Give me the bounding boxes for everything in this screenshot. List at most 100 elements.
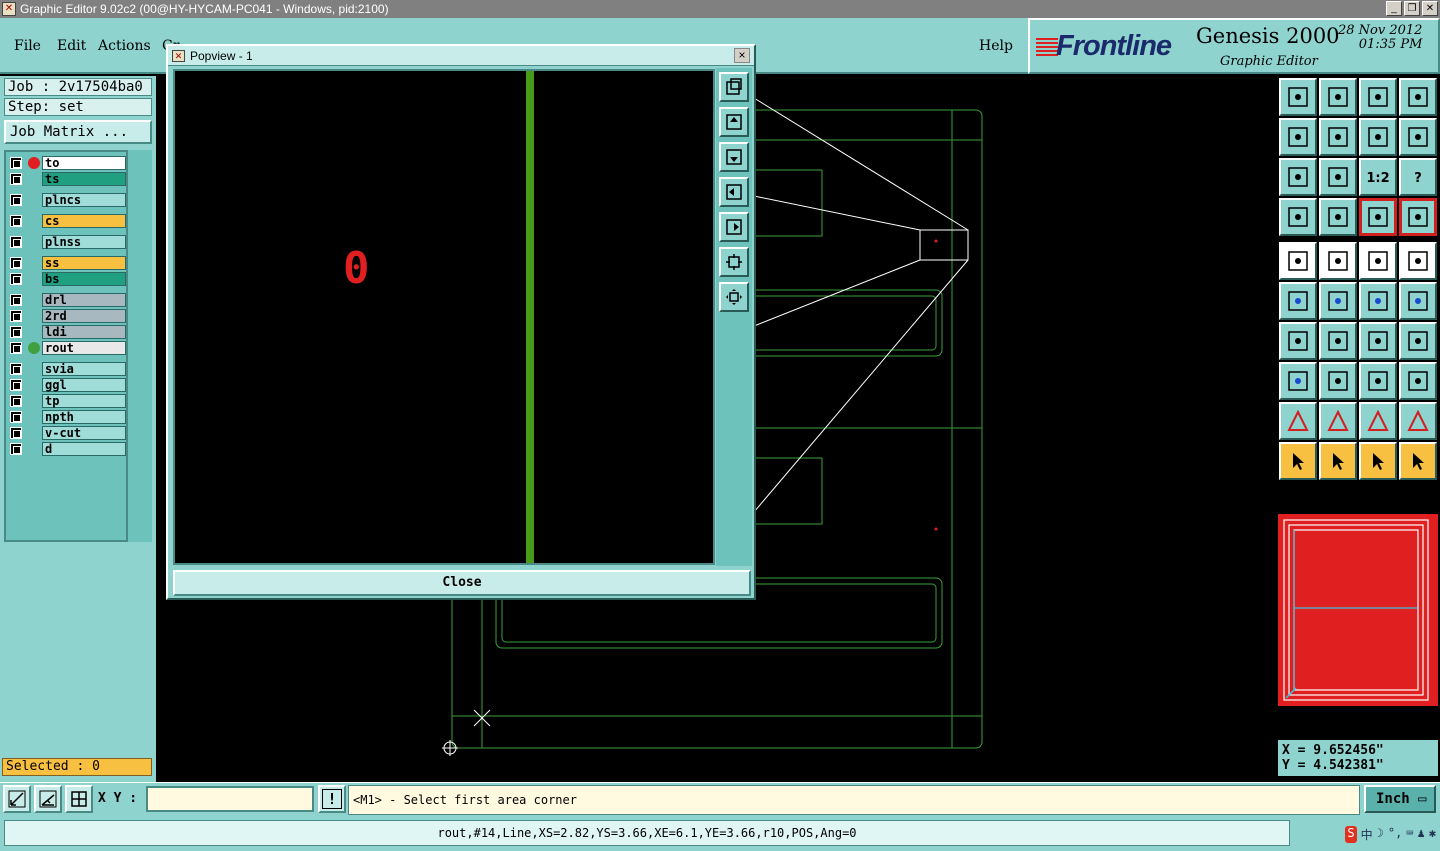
layer-row-ts[interactable]: ts xyxy=(8,172,126,186)
layer-checkbox[interactable] xyxy=(10,273,22,285)
layer-name[interactable]: npth xyxy=(42,410,126,424)
layer-display-icon[interactable] xyxy=(1359,198,1397,236)
maximize-button[interactable]: ❐ xyxy=(1404,1,1420,16)
minimize-button[interactable]: _ xyxy=(1386,1,1402,16)
pan-right-icon[interactable] xyxy=(1319,118,1357,156)
layer-name[interactable]: d xyxy=(42,442,126,456)
tools-icon[interactable] xyxy=(1279,198,1317,236)
triangle-1-icon[interactable] xyxy=(1279,402,1317,440)
layer-name[interactable]: ss xyxy=(42,256,126,270)
triangle-4-icon[interactable] xyxy=(1399,402,1437,440)
layer-checkbox[interactable] xyxy=(10,294,22,306)
layer-checkbox[interactable] xyxy=(10,194,22,206)
popview-zoom-in-icon[interactable] xyxy=(719,247,749,277)
layer-checkbox[interactable] xyxy=(10,443,22,455)
layer-checkbox[interactable] xyxy=(10,173,22,185)
layer-row-2rd[interactable]: 2rd xyxy=(8,309,126,323)
zoom-home-icon[interactable] xyxy=(1319,158,1357,196)
connect-nodes-icon[interactable] xyxy=(1279,282,1317,320)
text-icon[interactable] xyxy=(1399,322,1437,360)
layer-name[interactable]: ldi xyxy=(42,325,126,339)
layer-name[interactable]: plncs xyxy=(42,193,126,207)
pan-up-icon[interactable] xyxy=(1279,78,1317,116)
draw-line-icon[interactable] xyxy=(1319,242,1357,280)
triangle-3-icon[interactable] xyxy=(1359,402,1397,440)
layer-name[interactable]: tp xyxy=(42,394,126,408)
move-point-alt-icon[interactable] xyxy=(1399,282,1437,320)
layer-row-tp[interactable]: tp xyxy=(8,394,126,408)
unit-selector[interactable]: Inch ▭ xyxy=(1364,785,1436,813)
layer-checkbox[interactable] xyxy=(10,326,22,338)
shapes-icon[interactable] xyxy=(1399,362,1437,400)
layer-row-plnss[interactable]: plnss xyxy=(8,235,126,249)
layer-scroll-strip[interactable] xyxy=(128,150,152,542)
menu-edit[interactable]: Edit xyxy=(57,38,86,54)
layer-row-ggl[interactable]: ggl xyxy=(8,378,126,392)
layer-name[interactable]: ts xyxy=(42,172,126,186)
layer-row-ldi[interactable]: ldi xyxy=(8,325,126,339)
pointer-circle-icon[interactable] xyxy=(1359,442,1397,480)
popview-close-x-button[interactable]: × xyxy=(734,48,750,63)
ruler-icon[interactable] xyxy=(1359,242,1397,280)
popview-pan-left-icon[interactable] xyxy=(719,177,749,207)
tray-icon-6[interactable]: ✱ xyxy=(1429,826,1436,843)
layer-row-drl[interactable]: drl xyxy=(8,293,126,307)
arc-icon[interactable] xyxy=(1359,322,1397,360)
popview-canvas[interactable]: 0 xyxy=(173,69,715,565)
layer-row-rout[interactable]: rout xyxy=(8,341,126,355)
popview-close-button[interactable]: Close xyxy=(173,570,751,596)
scale-1-2-icon[interactable]: 1:2 xyxy=(1359,158,1397,196)
layer-row-npth[interactable]: npth xyxy=(8,410,126,424)
alert-button[interactable]: ! xyxy=(318,785,346,813)
pan-down-icon[interactable] xyxy=(1319,78,1357,116)
layer-name[interactable]: plnss xyxy=(42,235,126,249)
pad-add-icon[interactable] xyxy=(1279,362,1317,400)
layer-name[interactable]: svia xyxy=(42,362,126,376)
window-titlebar[interactable]: ✕ Graphic Editor 9.02c2 (00@HY-HYCAM-PC0… xyxy=(0,0,1440,18)
layer-row-plncs[interactable]: plncs xyxy=(8,193,126,207)
layer-row-v-cut[interactable]: v-cut xyxy=(8,426,126,440)
layer-checkbox[interactable] xyxy=(10,236,22,248)
layer-name[interactable]: drl xyxy=(42,293,126,307)
rotate-icon[interactable] xyxy=(1359,118,1397,156)
layer-checkbox[interactable] xyxy=(10,257,22,269)
tray-icon-4[interactable]: ⌨ xyxy=(1406,826,1413,843)
menu-help[interactable]: Help xyxy=(979,38,1013,54)
popview-zoom-window-icon[interactable] xyxy=(719,72,749,102)
help-icon[interactable]: ? xyxy=(1399,158,1437,196)
circle-dash-icon[interactable] xyxy=(1399,242,1437,280)
line-icon[interactable] xyxy=(1319,322,1357,360)
layer-checkbox[interactable] xyxy=(10,157,22,169)
home-icon[interactable] xyxy=(1359,78,1397,116)
close-window-button[interactable]: ✕ xyxy=(1422,1,1438,16)
line-cut-icon[interactable] xyxy=(1319,362,1357,400)
layer-checkbox[interactable] xyxy=(10,395,22,407)
tray-icon-0[interactable]: S xyxy=(1345,826,1357,843)
layer-checkbox[interactable] xyxy=(10,310,22,322)
layer-checkbox[interactable] xyxy=(10,411,22,423)
popview-window[interactable]: ✕ Popview - 1 × 0 Close xyxy=(166,44,756,600)
layer-row-cs[interactable]: cs xyxy=(8,214,126,228)
layer-display-alt-icon[interactable] xyxy=(1399,198,1437,236)
xy-input[interactable] xyxy=(146,786,314,812)
layer-checkbox[interactable] xyxy=(10,363,22,375)
layer-name[interactable]: bs xyxy=(42,272,126,286)
menu-actions[interactable]: Actions xyxy=(98,38,151,54)
layer-name[interactable]: to xyxy=(42,156,126,170)
tray-icon-3[interactable]: °, xyxy=(1388,826,1402,843)
tray-icon-2[interactable]: ☽ xyxy=(1377,826,1384,843)
route-icon[interactable] xyxy=(1399,442,1437,480)
job-matrix-button[interactable]: Job Matrix ... xyxy=(4,120,152,144)
layer-checkbox[interactable] xyxy=(10,342,22,354)
popview-titlebar[interactable]: ✕ Popview - 1 × xyxy=(168,46,754,66)
select-pad-icon[interactable] xyxy=(1279,242,1317,280)
cross-icon[interactable] xyxy=(1319,282,1357,320)
layer-name[interactable]: rout xyxy=(42,341,126,355)
layer-row-d[interactable]: d xyxy=(8,442,126,456)
mirror-icon[interactable] xyxy=(1399,118,1437,156)
layer-row-svia[interactable]: svia xyxy=(8,362,126,376)
popview-pan-down-icon[interactable] xyxy=(719,142,749,172)
layer-row-ss[interactable]: ss xyxy=(8,256,126,270)
popview-pan-up-icon[interactable] xyxy=(719,107,749,137)
grid-icon[interactable] xyxy=(1319,198,1357,236)
